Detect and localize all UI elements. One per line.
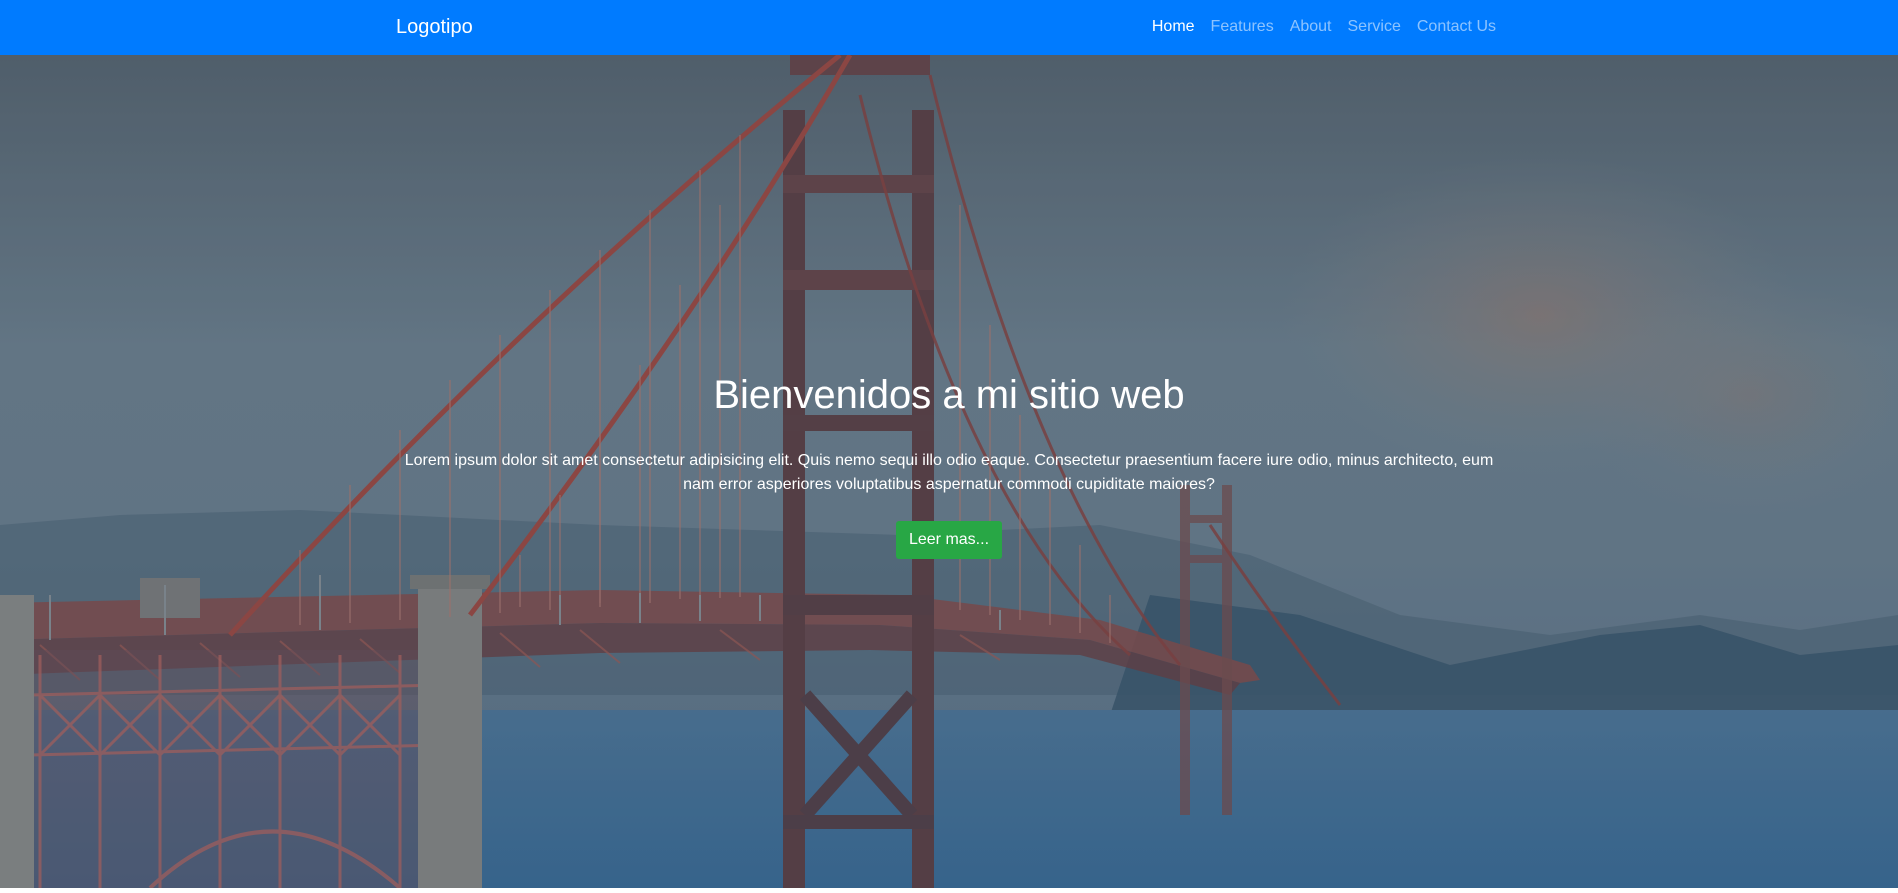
hero-text: Lorem ipsum dolor sit amet consectetur a… [404, 452, 1494, 493]
nav-link-about[interactable]: About [1290, 16, 1332, 38]
nav-link-service[interactable]: Service [1348, 16, 1401, 38]
nav-link-features[interactable]: Features [1211, 16, 1274, 38]
read-more-button[interactable]: Leer mas... [895, 521, 1003, 559]
nav-link-contact-us[interactable]: Contact Us [1417, 16, 1496, 38]
navbar: Logotipo Home Features About Service Con… [0, 0, 1898, 55]
nav-links: Home Features About Service Contact Us [1152, 16, 1496, 38]
page-bottom-edge [0, 888, 1898, 893]
brand-logo-link[interactable]: Logotipo [396, 14, 473, 40]
hero-content: Bienvenidos a mi sitio web Lorem ipsum d… [396, 371, 1502, 559]
hero-title: Bienvenidos a mi sitio web [713, 373, 1185, 417]
nav-link-home[interactable]: Home [1152, 16, 1195, 38]
hero-section: Bienvenidos a mi sitio web Lorem ipsum d… [0, 55, 1898, 888]
